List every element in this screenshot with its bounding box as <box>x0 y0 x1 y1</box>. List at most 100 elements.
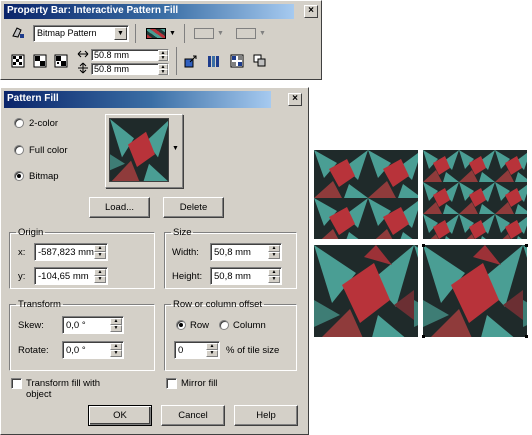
spin-down-icon[interactable]: ▼ <box>158 55 168 61</box>
selection-handle[interactable] <box>525 335 528 338</box>
pattern-preview <box>109 118 169 182</box>
fill-type-value: Bitmap Pattern <box>37 28 97 38</box>
spin-up-icon[interactable]: ▲ <box>110 318 122 325</box>
origin-y-label: y: <box>18 271 26 282</box>
mirror-fill-checkbox[interactable] <box>166 378 177 389</box>
selection-handle[interactable] <box>422 335 425 338</box>
spin-down-icon[interactable]: ▼ <box>110 350 122 357</box>
back-color-picker[interactable] <box>236 28 256 39</box>
spin-down-icon[interactable]: ▼ <box>206 350 218 357</box>
pattern-tile-medium <box>314 150 418 239</box>
offset-amount-value: 0 <box>178 345 184 356</box>
radio-bitmap[interactable] <box>14 171 24 181</box>
pattern-picker-swatch[interactable] <box>146 28 166 39</box>
spin-down-icon[interactable]: ▼ <box>110 325 122 332</box>
skew-label: Skew: <box>18 320 44 331</box>
delete-button[interactable]: Delete <box>163 197 224 218</box>
rotate-label: Rotate: <box>18 345 49 356</box>
mirror-fill-icon[interactable] <box>207 54 221 68</box>
small-tile-icon[interactable] <box>11 54 25 68</box>
radio-row[interactable] <box>176 320 186 330</box>
pattern-fill-dialog: Pattern Fill × 2-color Full color Bitmap… <box>0 87 309 435</box>
spin-up-icon[interactable]: ▲ <box>268 245 280 252</box>
origin-y-field[interactable]: -104,65 mm ▲ ▼ <box>34 267 108 285</box>
chevron-down-icon: ▼ <box>217 30 224 37</box>
radio-column-label[interactable]: Column <box>233 320 266 331</box>
size-height-value: 50,8 mm <box>214 271 251 282</box>
chevron-down-icon[interactable]: ▼ <box>114 27 127 40</box>
load-button[interactable]: Load... <box>89 197 150 218</box>
size-width-label: Width: <box>172 247 199 258</box>
origin-legend: Origin <box>18 227 44 238</box>
pattern-picker-button[interactable]: ▼ <box>105 114 183 188</box>
radio-full-color[interactable] <box>14 145 24 155</box>
pattern-tile-icon[interactable] <box>230 54 244 68</box>
toolbar-separator <box>184 24 185 43</box>
origin-x-value: -587,823 mm <box>38 247 94 258</box>
help-button[interactable]: Help <box>234 405 298 426</box>
skew-field[interactable]: 0,0 ° ▲ ▼ <box>62 316 124 334</box>
selection-handle[interactable] <box>422 244 425 247</box>
offset-amount-field[interactable]: 0 ▲ ▼ <box>174 341 220 359</box>
spin-down-icon[interactable]: ▼ <box>268 252 280 259</box>
radio-bitmap-label[interactable]: Bitmap <box>29 171 59 182</box>
mirror-fill-label[interactable]: Mirror fill <box>181 378 217 389</box>
front-color-picker[interactable] <box>194 28 214 39</box>
copy-fill-properties-icon[interactable] <box>253 54 267 68</box>
dialog-close-button[interactable]: × <box>288 93 302 106</box>
chevron-down-icon[interactable]: ▼ <box>172 145 179 152</box>
chevron-down-icon: ▼ <box>259 30 266 37</box>
radio-column[interactable] <box>219 320 229 330</box>
pattern-tile-selected[interactable] <box>423 245 527 337</box>
width-spinbox[interactable]: 50.8 mm ▲ ▼ <box>91 49 169 61</box>
pattern-tile-large <box>314 245 418 337</box>
offset-group: Row or column offset <box>164 299 297 371</box>
transform-group: Transform <box>9 299 155 371</box>
transform-fill-label[interactable]: Transform fill with object <box>26 378 116 400</box>
pattern-tile-small <box>423 150 527 239</box>
skew-value: 0,0 ° <box>66 320 86 331</box>
property-bar-close-button[interactable]: × <box>304 5 318 18</box>
offset-suffix-label: % of tile size <box>226 345 280 356</box>
transform-with-object-icon[interactable] <box>184 54 198 68</box>
transform-fill-checkbox[interactable] <box>11 378 22 389</box>
spin-down-icon[interactable]: ▼ <box>158 69 168 75</box>
height-icon <box>77 62 89 74</box>
size-width-field[interactable]: 50,8 mm ▲ ▼ <box>210 243 282 261</box>
spin-up-icon[interactable]: ▲ <box>94 269 106 276</box>
radio-two-color[interactable] <box>14 118 24 128</box>
radio-two-color-label[interactable]: 2-color <box>29 118 58 129</box>
rotate-value: 0,0 ° <box>66 345 86 356</box>
ok-button[interactable]: OK <box>88 405 152 426</box>
spin-up-icon[interactable]: ▲ <box>268 269 280 276</box>
fill-type-dropdown[interactable]: Bitmap Pattern ▼ <box>33 25 129 42</box>
transform-legend: Transform <box>18 299 61 310</box>
origin-y-value: -104,65 mm <box>38 271 89 282</box>
spin-up-icon[interactable]: ▲ <box>206 343 218 350</box>
spin-up-icon[interactable]: ▲ <box>110 343 122 350</box>
rotate-field[interactable]: 0,0 ° ▲ ▼ <box>62 341 124 359</box>
dialog-titlebar[interactable]: Pattern Fill <box>4 91 271 108</box>
origin-x-label: x: <box>18 247 26 258</box>
spin-down-icon[interactable]: ▼ <box>94 252 106 259</box>
radio-row-label[interactable]: Row <box>190 320 209 331</box>
large-tile-icon[interactable] <box>54 54 68 68</box>
spin-up-icon[interactable]: ▲ <box>94 245 106 252</box>
height-spinbox[interactable]: 50.8 mm ▲ ▼ <box>91 63 169 75</box>
spin-down-icon[interactable]: ▼ <box>94 276 106 283</box>
spin-down-icon[interactable]: ▼ <box>268 276 280 283</box>
radio-full-color-label[interactable]: Full color <box>29 145 68 156</box>
size-height-field[interactable]: 50,8 mm ▲ ▼ <box>210 267 282 285</box>
chevron-down-icon[interactable]: ▼ <box>169 30 176 37</box>
cancel-button[interactable]: Cancel <box>161 405 225 426</box>
toolbar-separator <box>176 47 177 75</box>
dialog-title: Pattern Fill <box>7 93 59 104</box>
property-bar-titlebar[interactable]: Property Bar: Interactive Pattern Fill <box>4 4 294 19</box>
origin-x-field[interactable]: -587,823 mm ▲ ▼ <box>34 243 108 261</box>
offset-legend: Row or column offset <box>173 299 263 310</box>
selection-handle[interactable] <box>525 244 528 247</box>
interactive-fill-icon[interactable] <box>11 25 25 39</box>
toolbar-separator <box>135 24 136 43</box>
size-height-label: Height: <box>172 271 203 282</box>
medium-tile-icon[interactable] <box>33 54 47 68</box>
